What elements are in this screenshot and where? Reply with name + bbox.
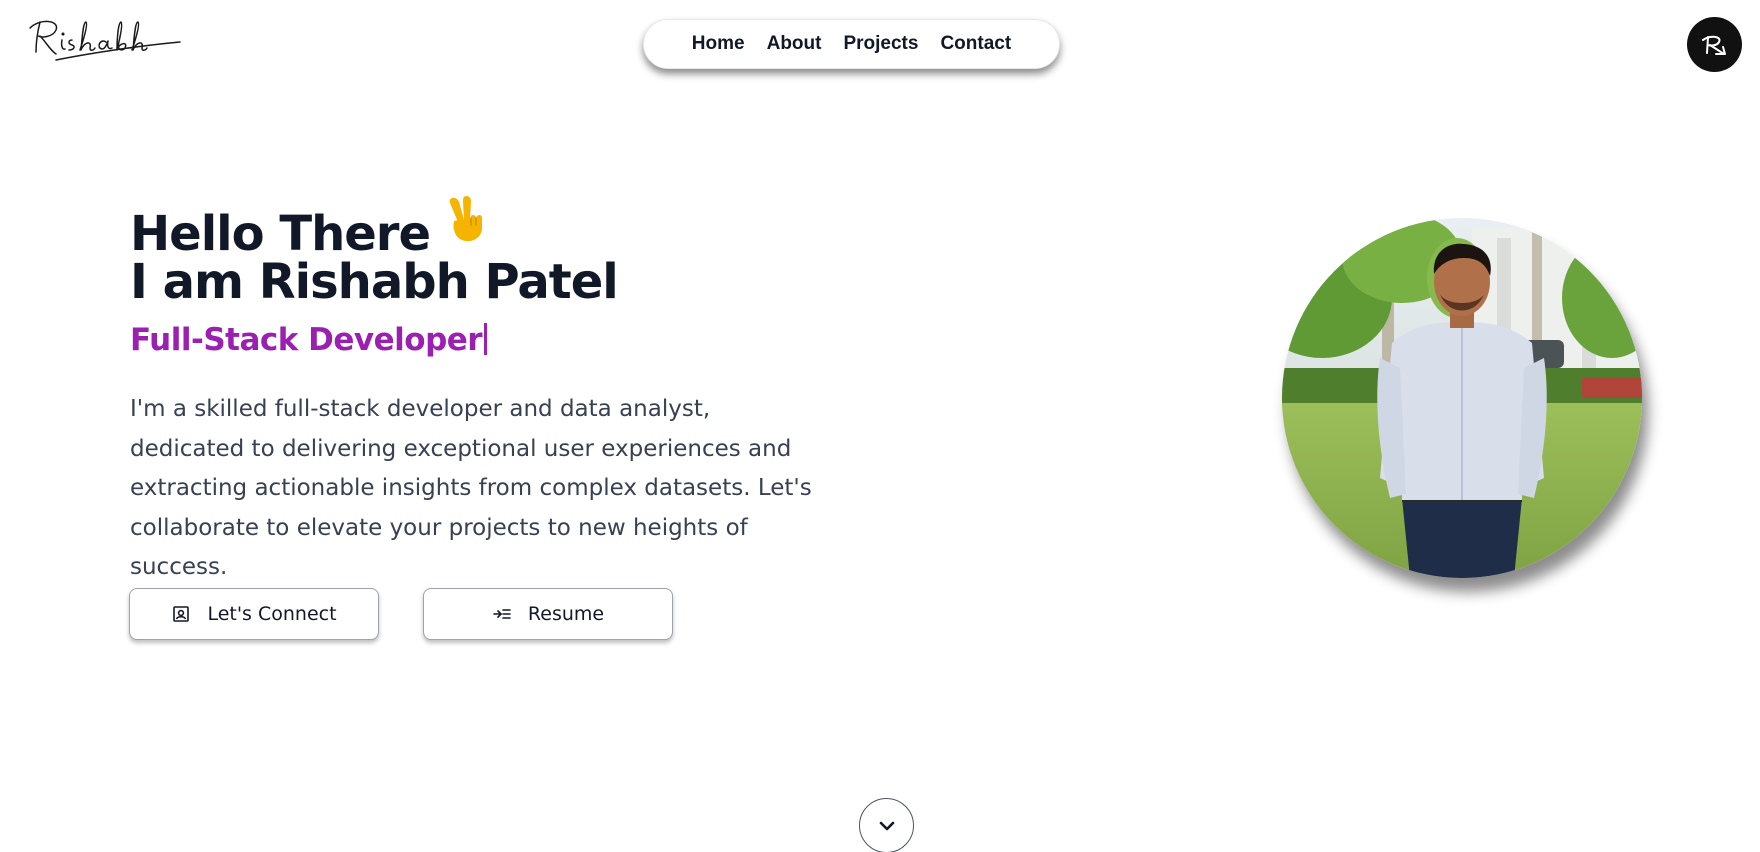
nav-projects[interactable]: Projects (843, 33, 918, 55)
victory-hand-icon (442, 194, 490, 250)
contact-card-icon (171, 604, 191, 624)
arrow-list-icon (492, 604, 512, 624)
lets-connect-label: Let's Connect (207, 603, 337, 625)
cta-buttons: Let's Connect Resume (129, 588, 673, 640)
greeting-line: Hello There (130, 190, 830, 262)
signature-logo-icon (29, 20, 181, 61)
nav-home[interactable]: Home (692, 33, 745, 55)
hero-role: Full-Stack Developer (130, 318, 830, 362)
nav-contact[interactable]: Contact (940, 33, 1011, 55)
resume-label: Resume (527, 603, 605, 625)
logo-arrow-icon (1701, 35, 1726, 55)
hero-name: I am Rishabh Patel (130, 254, 619, 310)
profile-photo (1282, 218, 1642, 578)
scroll-down-button[interactable] (859, 798, 914, 852)
typing-caret (484, 323, 488, 355)
chevron-down-icon (879, 821, 894, 830)
lets-connect-button[interactable]: Let's Connect (129, 588, 379, 640)
site-logo[interactable]: Rishabh (26, 14, 186, 66)
nav-about[interactable]: About (767, 33, 822, 55)
theme-toggle-button[interactable] (1687, 17, 1742, 72)
hero-section: Hello There I am Rishabh Patel Full-Stac… (130, 190, 830, 588)
portfolio-page: Rishabh (0, 0, 1760, 852)
main-nav: Home About Projects Contact (643, 19, 1060, 69)
resume-button[interactable]: Resume (423, 588, 673, 640)
hero-role-text: Full-Stack Developer (130, 322, 483, 358)
hero-bio: I'm a skilled full-stack developer and d… (130, 396, 812, 580)
